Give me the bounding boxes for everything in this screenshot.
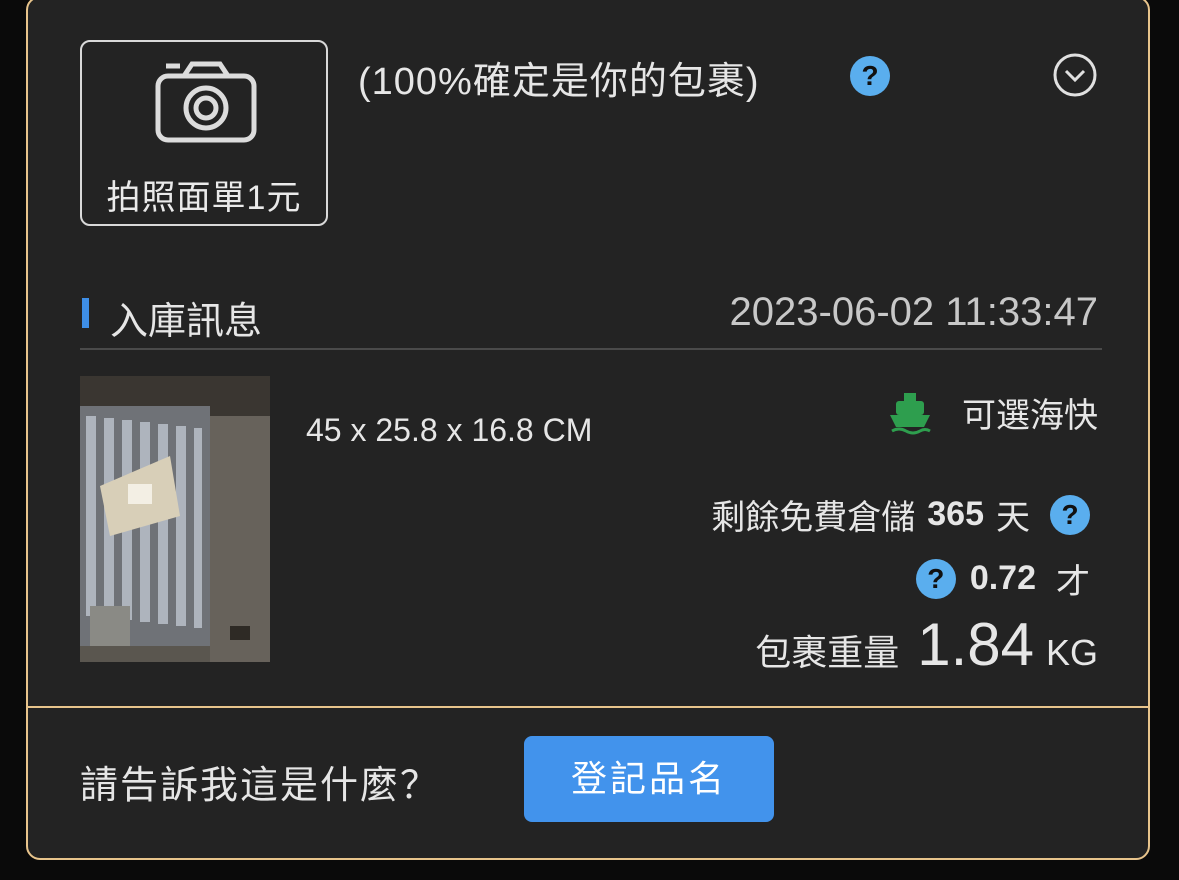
help-icon[interactable]: ? (915, 558, 956, 599)
volume-unit: 才 (1056, 563, 1090, 601)
weight-value: 1.84 (917, 611, 1034, 678)
package-weight: 包裹重量 1.84 KG (755, 610, 1098, 679)
shipping-option: 可選海快 (888, 388, 1098, 437)
package-card: 拍照面單1元 (100%確定是你的包裹) ? 入庫訊息 2023-06-02 1… (26, 0, 1150, 860)
weight-unit: KG (1045, 632, 1098, 673)
register-item-name-button[interactable]: 登記品名 (524, 736, 774, 822)
free-storage: 剩餘免費倉儲 365 天 ? (711, 490, 1090, 539)
package-dimensions: 45 x 25.8 x 16.8 CM (306, 412, 593, 448)
package-volume: ? 0.72 才 (915, 554, 1090, 603)
storage-unit: 天 (996, 499, 1030, 537)
storage-days: 365 (927, 495, 984, 533)
shipping-option-label: 可選海快 (962, 397, 1098, 435)
camera-icon (155, 61, 257, 143)
help-icon[interactable]: ? (1050, 494, 1090, 535)
package-photo[interactable] (80, 376, 270, 662)
weight-label: 包裹重量 (755, 632, 900, 673)
volume-value: 0.72 (969, 559, 1036, 597)
photo-waybill-label: 拍照面單1元 (106, 179, 302, 217)
item-question: 請告訴我這是什麼？ (80, 765, 441, 807)
section-title: 入庫訊息 (110, 301, 263, 343)
footer-divider (28, 706, 1148, 708)
ship-icon (890, 392, 931, 434)
help-icon[interactable]: ? (850, 56, 890, 96)
photo-waybill-button[interactable]: 拍照面單1元 (80, 40, 328, 226)
divider (80, 348, 1102, 350)
confirm-text: (100%確定是你的包裹) (358, 61, 760, 103)
chevron-down-icon[interactable] (1052, 52, 1098, 98)
storage-label: 剩餘免費倉儲 (711, 499, 916, 537)
inbound-timestamp: 2023-06-02 11:33:47 (729, 290, 1098, 334)
